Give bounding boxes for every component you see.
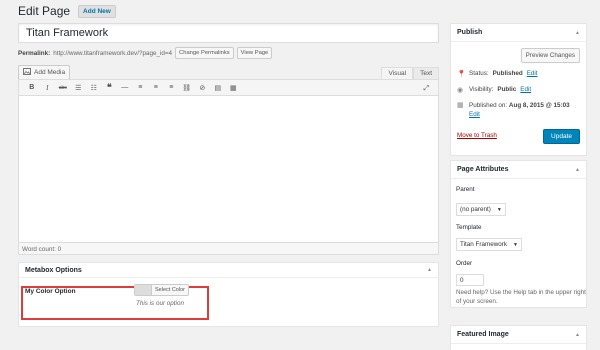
align-left-icon[interactable]: ≡ xyxy=(133,81,149,94)
change-permalinks-button[interactable]: Change Permalinks xyxy=(175,47,234,59)
status-edit-link[interactable]: Edit xyxy=(527,70,538,77)
status-label: Status: xyxy=(469,70,489,77)
horizontal-line-icon[interactable]: — xyxy=(117,81,133,94)
published-on-row: ▦ Published on: Aug 8, 2015 @ 15:03 Edit xyxy=(457,101,583,119)
fullscreen-icon[interactable]: ⤢ xyxy=(419,82,435,95)
parent-label: Parent xyxy=(456,186,475,193)
collapse-arrow-icon[interactable]: ▲ xyxy=(575,167,580,173)
parent-select[interactable]: (no parent) ▼ xyxy=(456,203,506,216)
preview-changes-button[interactable]: Preview Changes xyxy=(520,48,580,63)
published-label: Published on: xyxy=(469,102,508,109)
blockquote-icon[interactable]: ❝ xyxy=(102,81,118,94)
post-body: Titan Framework Permalink: http://www.ti… xyxy=(18,23,439,327)
align-center-icon[interactable]: ≡ xyxy=(148,81,164,94)
tab-text[interactable]: Text xyxy=(413,67,439,79)
visibility-value: Public xyxy=(497,86,517,93)
link-icon[interactable]: ⛓ xyxy=(179,81,195,94)
align-right-icon[interactable]: ≡ xyxy=(164,81,180,94)
publish-header[interactable]: Publish ▲ xyxy=(451,24,586,42)
page-attributes-title: Page Attributes xyxy=(457,166,509,173)
title-input[interactable]: Titan Framework xyxy=(18,23,439,43)
featured-image-header[interactable]: Featured Image ▲ xyxy=(451,326,586,344)
italic-icon[interactable]: I xyxy=(40,81,56,94)
metabox-header[interactable]: Metabox Options ▲ xyxy=(19,263,438,278)
toolbar-toggle-icon[interactable]: ▦ xyxy=(226,81,242,94)
featured-image-title: Featured Image xyxy=(457,331,509,338)
color-swatch[interactable] xyxy=(135,285,151,295)
add-new-button[interactable]: Add New xyxy=(78,4,116,18)
status-value: Published xyxy=(492,70,523,77)
read-more-icon[interactable]: ▤ xyxy=(210,81,226,94)
published-value: Aug 8, 2015 @ 15:03 xyxy=(508,102,570,109)
visibility-label: Visibility: xyxy=(469,86,494,93)
collapse-arrow-icon[interactable]: ▲ xyxy=(575,30,580,36)
strikethrough-icon[interactable]: abc xyxy=(55,81,71,94)
template-label: Template xyxy=(456,224,482,231)
publish-box: Publish ▲ Preview Changes 📍 Status: Publ… xyxy=(450,23,587,156)
order-label: Order xyxy=(456,260,473,267)
add-media-button[interactable]: Add Media xyxy=(18,65,71,80)
media-icon xyxy=(23,68,31,77)
page-title: Edit Page xyxy=(18,4,71,18)
add-media-label: Add Media xyxy=(34,69,66,76)
numbered-list-icon[interactable]: ☷ xyxy=(86,81,102,94)
metabox-options: Metabox Options ▲ My Color Option Select… xyxy=(18,262,439,327)
visibility-edit-link[interactable]: Edit xyxy=(520,86,531,93)
move-to-trash-link[interactable]: Move to Trash xyxy=(457,132,497,139)
permalink-label: Permalink: xyxy=(18,49,51,57)
chevron-down-icon: ▼ xyxy=(513,241,518,248)
select-color-button[interactable]: Select Color xyxy=(151,285,188,295)
color-option-label: My Color Option xyxy=(25,288,76,295)
permalink-row: Permalink: http://www.titanframework.dev… xyxy=(18,46,439,60)
status-row: 📍 Status: Published Edit xyxy=(457,70,538,78)
color-picker[interactable]: Select Color xyxy=(134,284,189,296)
chevron-down-icon: ▼ xyxy=(496,206,502,213)
editor-tabs: Visual Text xyxy=(381,67,439,79)
calendar-icon: ▦ xyxy=(457,102,464,109)
visibility-row: ◉ Visibility: Public Edit xyxy=(457,86,531,94)
view-page-button[interactable]: View Page xyxy=(236,47,273,59)
page-attributes-header[interactable]: Page Attributes ▲ xyxy=(451,161,586,179)
template-value: Titan Framework xyxy=(460,241,508,248)
parent-value: (no parent) xyxy=(460,206,491,213)
collapse-arrow-icon[interactable]: ▲ xyxy=(575,332,580,338)
metabox-body: My Color Option Select Color This is our… xyxy=(19,278,438,326)
editor-content-area[interactable] xyxy=(18,96,439,242)
featured-image-box: Featured Image ▲ xyxy=(450,325,587,350)
update-button[interactable]: Update xyxy=(543,129,580,144)
tab-visual[interactable]: Visual xyxy=(381,67,414,79)
color-option-description: This is our option xyxy=(136,300,184,307)
bold-icon[interactable]: B xyxy=(24,81,40,94)
bullet-list-icon[interactable]: ☰ xyxy=(71,81,87,94)
collapse-arrow-icon[interactable]: ▲ xyxy=(427,267,432,273)
media-row: Add Media Visual Text xyxy=(18,65,439,80)
eye-icon: ◉ xyxy=(457,87,464,94)
page-attributes-box: Page Attributes ▲ Parent (no parent) ▼ T… xyxy=(450,160,587,308)
editor-toolbar: B I abc ☰ ☷ ❝ — ≡ ≡ ≡ ⛓ ⊘ ▤ ▦ ⤢ xyxy=(18,79,439,96)
publish-title: Publish xyxy=(457,29,483,36)
permalink-url[interactable]: http://www.titanframework.dev/?page_id=4 xyxy=(53,50,172,57)
page-header: Edit Page Add New xyxy=(18,0,116,22)
template-select[interactable]: Titan Framework ▼ xyxy=(456,238,522,251)
unlink-icon[interactable]: ⊘ xyxy=(195,81,211,94)
word-count: Word count: 0 xyxy=(18,242,439,255)
metabox-title: Metabox Options xyxy=(25,266,82,274)
order-input[interactable]: 0 xyxy=(456,274,484,286)
help-text: Need help? Use the Help tab in the upper… xyxy=(456,289,586,305)
published-edit-link[interactable]: Edit xyxy=(469,111,480,118)
pin-icon: 📍 xyxy=(457,71,466,78)
